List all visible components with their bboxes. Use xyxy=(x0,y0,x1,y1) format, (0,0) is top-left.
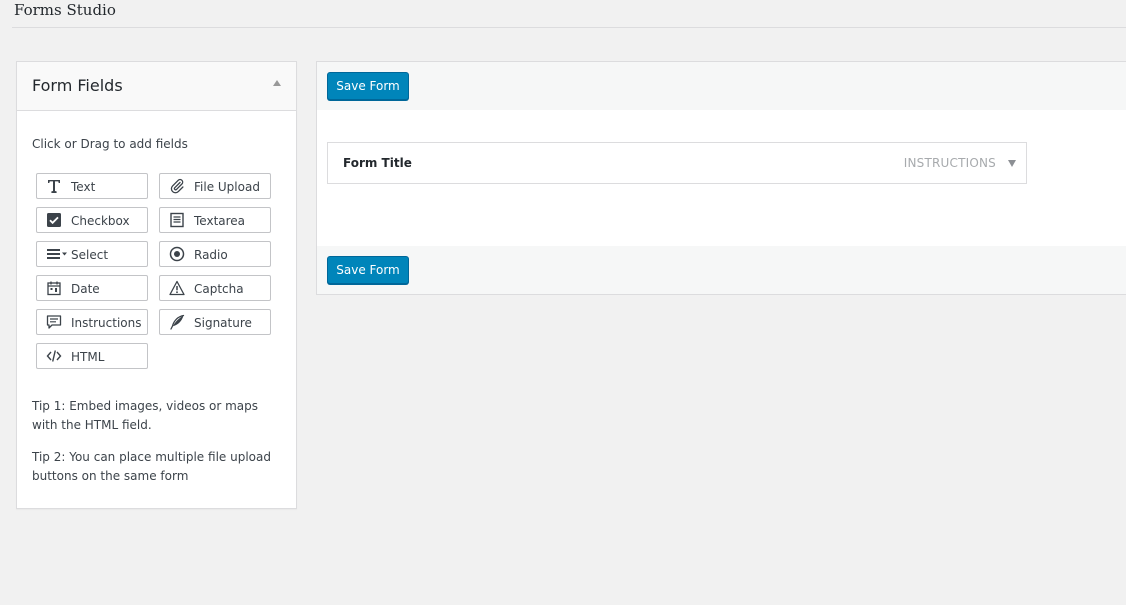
add-html-field-button[interactable]: HTML xyxy=(36,343,148,369)
add-select-field-button[interactable]: Select xyxy=(36,241,148,267)
form-title-row[interactable]: Form Title INSTRUCTIONS xyxy=(327,142,1027,184)
select-icon xyxy=(46,246,68,262)
save-form-button-top[interactable]: Save Form xyxy=(327,72,409,100)
add-date-field-button[interactable]: Date xyxy=(36,275,148,301)
field-label: File Upload xyxy=(194,180,260,194)
add-captcha-field-button[interactable]: Captcha xyxy=(159,275,271,301)
field-label: Textarea xyxy=(194,214,246,228)
warning-icon xyxy=(169,280,185,296)
form-builder: Save Form Form Title INSTRUCTIONS Save F… xyxy=(316,61,1126,295)
form-fields-panel: Form Fields Click or Drag to add fields … xyxy=(16,61,297,509)
add-radio-field-button[interactable]: Radio xyxy=(159,241,271,267)
page-title: Forms Studio xyxy=(14,1,116,19)
field-label: Checkbox xyxy=(71,214,130,228)
panel-title: Form Fields xyxy=(32,76,123,95)
field-label: Instructions xyxy=(71,316,142,330)
textarea-icon xyxy=(169,212,185,228)
field-label: Select xyxy=(71,248,109,262)
field-label: Text xyxy=(71,180,96,194)
text-icon xyxy=(46,178,62,194)
tip-1: Tip 1: Embed images, videos or maps with… xyxy=(32,399,259,432)
title-divider xyxy=(12,27,1126,28)
add-signature-field-button[interactable]: Signature xyxy=(159,309,271,335)
panel-hint: Click or Drag to add fields xyxy=(32,137,188,151)
form-title: Form Title xyxy=(343,156,412,170)
checkbox-icon xyxy=(46,212,62,228)
expand-caret-icon[interactable] xyxy=(1008,160,1016,167)
field-label: Captcha xyxy=(194,282,244,296)
paperclip-icon xyxy=(169,178,185,194)
instructions-label: INSTRUCTIONS xyxy=(903,156,996,170)
field-label: Radio xyxy=(194,248,228,262)
calendar-icon xyxy=(46,280,62,296)
field-label: Date xyxy=(71,282,100,296)
radio-icon xyxy=(169,246,185,262)
field-label: HTML xyxy=(71,350,105,364)
code-icon xyxy=(46,348,62,364)
collapse-arrow-icon[interactable] xyxy=(273,80,281,86)
add-textarea-field-button[interactable]: Textarea xyxy=(159,207,271,233)
add-checkbox-field-button[interactable]: Checkbox xyxy=(36,207,148,233)
form-canvas: Form Title INSTRUCTIONS xyxy=(317,110,1126,246)
field-label: Signature xyxy=(194,316,252,330)
save-form-button-bottom[interactable]: Save Form xyxy=(327,256,409,284)
add-instructions-field-button[interactable]: Instructions xyxy=(36,309,148,335)
tip-2: Tip 2: You can place multiple file uploa… xyxy=(32,450,271,483)
add-text-field-button[interactable]: Text xyxy=(36,173,148,199)
feather-icon xyxy=(169,314,185,330)
comment-icon xyxy=(46,314,62,330)
panel-header[interactable]: Form Fields xyxy=(17,62,296,111)
add-file-upload-field-button[interactable]: File Upload xyxy=(159,173,271,199)
